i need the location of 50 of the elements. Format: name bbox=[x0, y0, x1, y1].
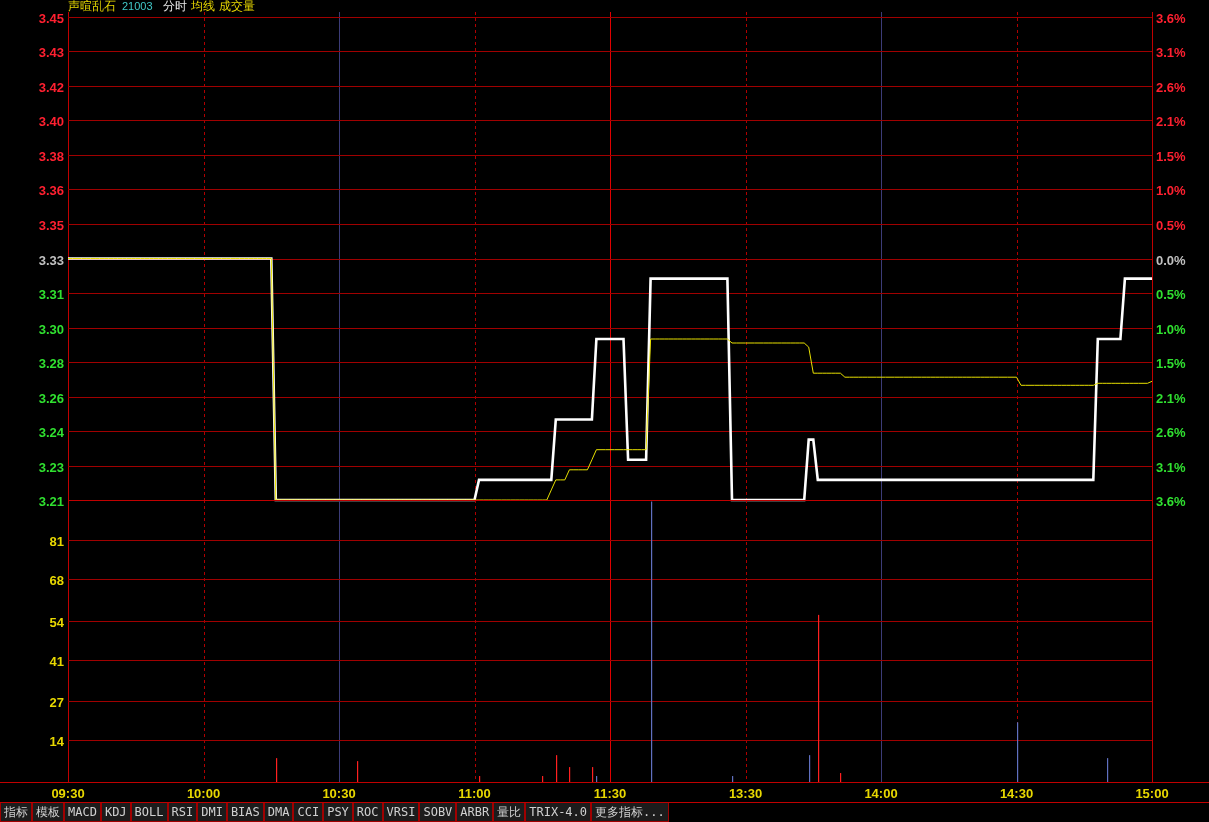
overlay-label: 成交量 bbox=[218, 0, 255, 12]
price-axis-label: 3.33 bbox=[38, 252, 64, 268]
time-axis-label: 11:30 bbox=[593, 786, 627, 801]
time-axis-label: 14:00 bbox=[864, 786, 898, 801]
volume-axis-label: 68 bbox=[49, 572, 64, 588]
time-axis-label: 10:30 bbox=[322, 786, 356, 801]
overlay-label: 均线 bbox=[190, 0, 215, 12]
price-axis-label: 3.31 bbox=[38, 286, 64, 302]
time-axis-label: 09:30 bbox=[51, 786, 85, 801]
stock-name: 声暄乱石 bbox=[68, 0, 116, 12]
volume-axis-label: 54 bbox=[49, 614, 64, 630]
volume-axis-label: 14 bbox=[49, 733, 64, 749]
percent-axis-label: 3.6% bbox=[1156, 493, 1186, 509]
percent-axis-label: 3.1% bbox=[1156, 44, 1186, 60]
percent-axis-label: 1.0% bbox=[1156, 182, 1186, 198]
volume-axis-label: 81 bbox=[49, 533, 64, 549]
period-label: 分时 bbox=[162, 0, 187, 12]
price-axis-label: 3.26 bbox=[38, 390, 64, 406]
price-axis-label: 3.40 bbox=[38, 113, 64, 129]
percent-axis-label: 0.5% bbox=[1156, 217, 1186, 233]
percent-axis-label: 3.6% bbox=[1156, 10, 1186, 26]
price-axis-label: 3.28 bbox=[38, 355, 64, 371]
percent-axis-label: 1.0% bbox=[1156, 321, 1186, 337]
time-axis-label: 13:30 bbox=[728, 786, 763, 801]
price-axis-label: 3.45 bbox=[38, 10, 64, 26]
price-axis-label: 3.24 bbox=[38, 424, 64, 440]
percent-axis-label: 2.6% bbox=[1156, 79, 1186, 95]
volume-axis-label: 27 bbox=[49, 694, 64, 710]
price-axis-label: 3.38 bbox=[38, 148, 64, 164]
price-axis-label: 3.43 bbox=[38, 44, 64, 60]
price-axis-label: 3.36 bbox=[38, 182, 64, 198]
percent-axis-label: 2.1% bbox=[1156, 390, 1186, 406]
percent-axis-label: 0.5% bbox=[1156, 286, 1186, 302]
percent-axis-label: 0.0% bbox=[1156, 252, 1186, 268]
price-axis-label: 3.35 bbox=[38, 217, 64, 233]
percent-axis-label: 2.6% bbox=[1156, 424, 1186, 440]
price-axis-label: 3.30 bbox=[38, 321, 64, 337]
time-axis-label: 10:00 bbox=[186, 786, 221, 801]
time-axis-label: 15:00 bbox=[1135, 786, 1169, 801]
price-axis-label: 3.42 bbox=[38, 79, 64, 95]
percent-axis-label: 3.1% bbox=[1156, 459, 1186, 475]
time-axis-label: 11:00 bbox=[458, 786, 491, 801]
percent-axis-label: 1.5% bbox=[1156, 355, 1186, 371]
price-axis-label: 3.21 bbox=[38, 493, 64, 509]
volume-axis-label: 41 bbox=[49, 653, 64, 669]
stock-code: 21003 bbox=[122, 0, 153, 12]
time-axis-label: 14:30 bbox=[999, 786, 1034, 801]
percent-axis-label: 2.1% bbox=[1156, 113, 1186, 129]
price-axis-label: 3.23 bbox=[38, 459, 64, 475]
percent-axis-label: 1.5% bbox=[1156, 148, 1186, 164]
